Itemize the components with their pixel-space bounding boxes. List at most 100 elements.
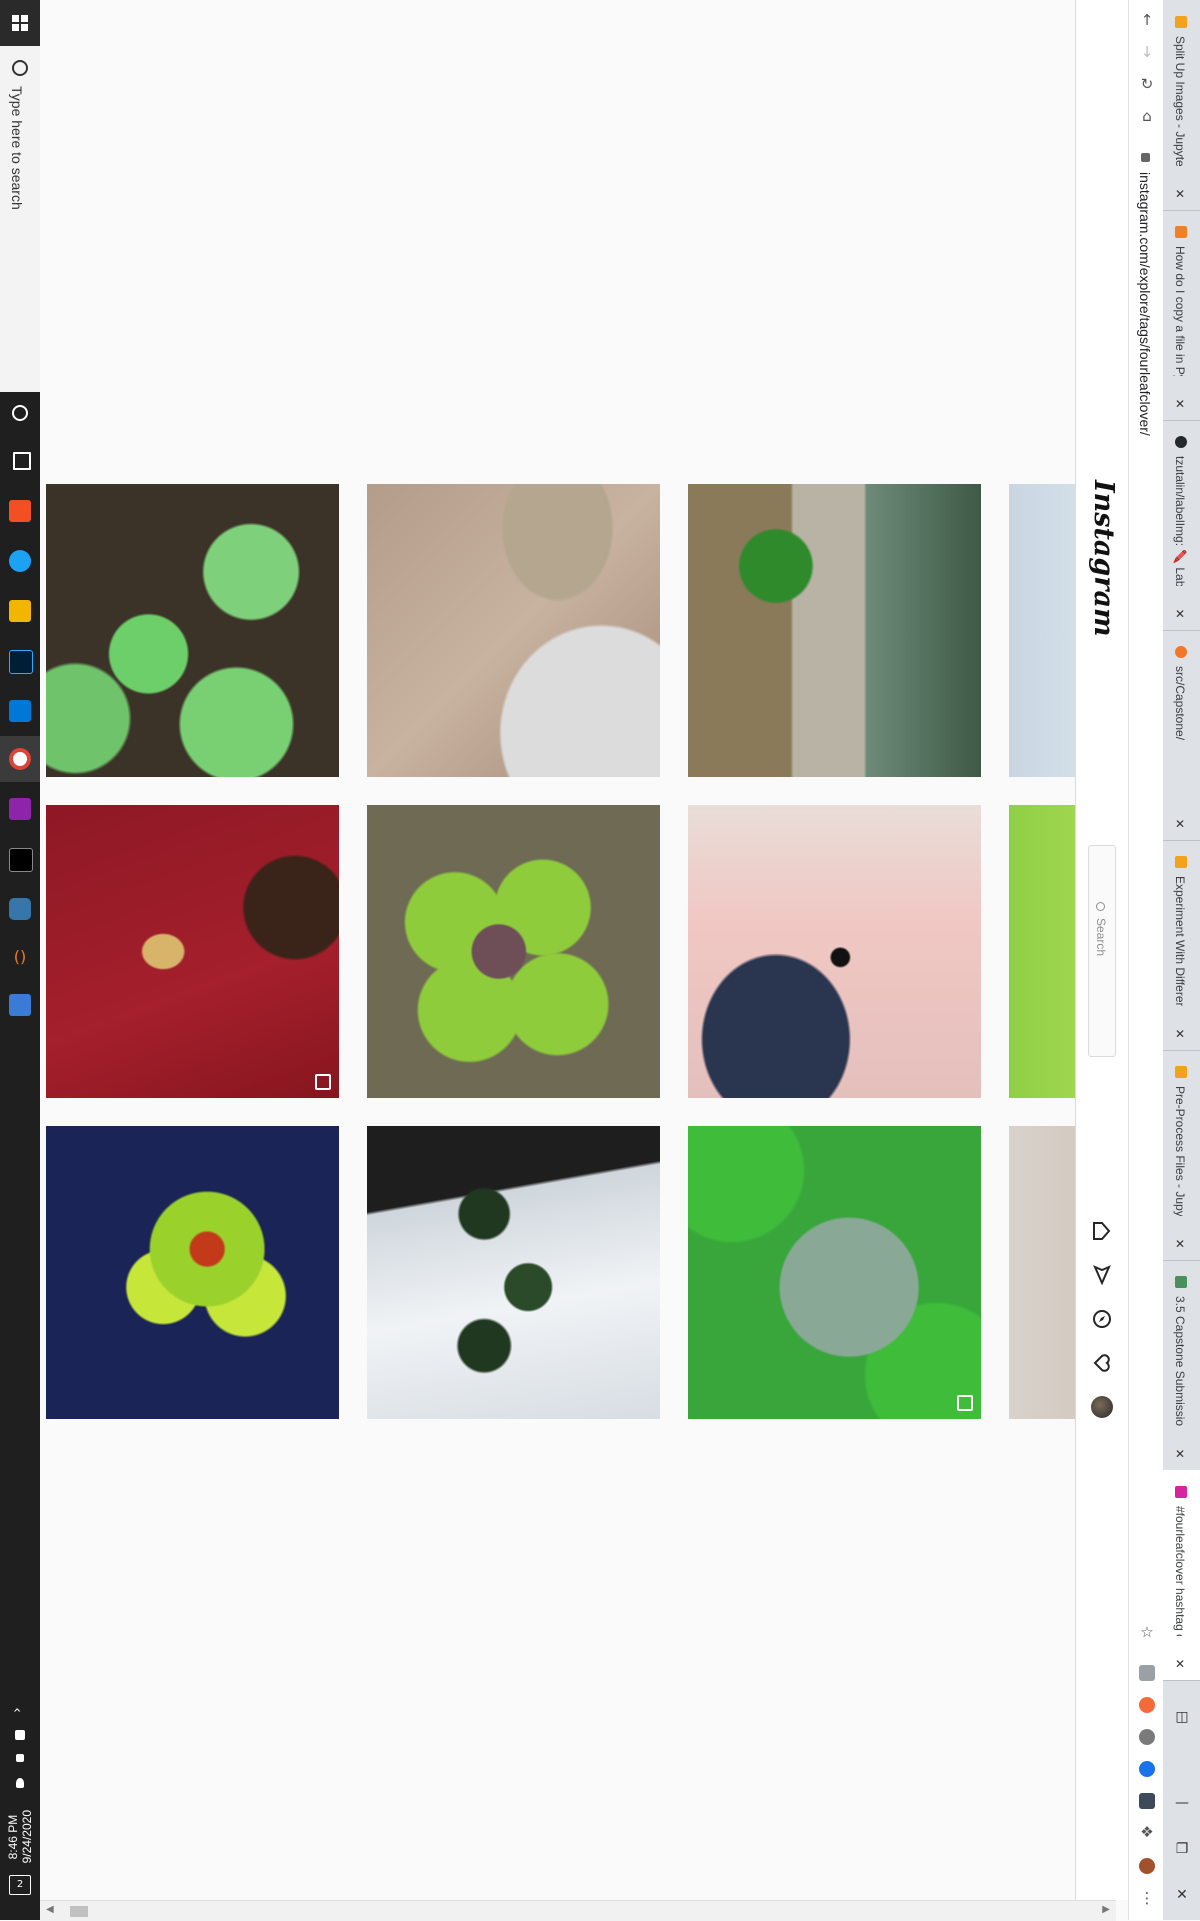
horizontal-scrollbar[interactable]: ◀ ▶ [40,1900,1116,1921]
jupyter-icon[interactable]: () [9,946,31,968]
extension-g-icon[interactable] [1139,1665,1155,1681]
search-icon [12,60,28,76]
extension-circle-icon[interactable] [1139,1729,1155,1745]
notification-center-icon[interactable]: 2 [9,1875,31,1895]
scrollbar-thumb[interactable] [70,1906,88,1917]
instagram-search-input[interactable]: Search [1088,845,1116,1057]
volume-icon[interactable] [16,1778,24,1788]
scroll-left-icon[interactable]: ◀ [46,1904,54,1915]
close-icon[interactable]: ✕ [1175,1238,1185,1250]
start-button[interactable] [0,0,40,46]
tab-title: Split Up Images - Jupyter N [1173,36,1187,166]
tab-copy-file-python[interactable]: How do I copy a file in Pyth ✕ [1163,210,1200,421]
photoshop-icon[interactable] [9,650,33,674]
edge-icon[interactable] [9,550,31,572]
tab-title: Experiment With Different [1173,876,1187,1006]
chevron-up-icon[interactable]: ‹ [9,1707,25,1713]
profile-z-icon[interactable] [1139,1858,1155,1874]
direct-message-icon[interactable] [1091,1264,1113,1286]
post-partial-2[interactable] [1009,805,1075,1098]
home-icon[interactable]: ⌂ [1137,106,1157,126]
battery-icon[interactable] [15,1730,25,1740]
windows-icon [12,15,28,31]
post-wrist-tattoo[interactable] [367,484,660,777]
taskbar-search-box[interactable]: Type here to search [0,46,41,392]
tab-experiment[interactable]: Experiment With Different ✕ [1163,840,1200,1051]
lock-icon[interactable] [1141,153,1150,162]
chrome-icon[interactable] [9,748,31,770]
address-bar[interactable]: instagram.com/explore/tags/fourleafclove… [1137,172,1153,436]
multi-post-icon [315,1074,331,1090]
task-view-icon[interactable] [13,452,31,470]
post-small-tattoo[interactable] [688,805,981,1098]
close-icon[interactable]: ✕ [1175,608,1185,620]
clock-date: 9/24/2020 [20,1810,34,1864]
explore-compass-icon[interactable] [1091,1308,1113,1330]
tab-split-up-images[interactable]: Split Up Images - Jupyter N ✕ [1163,0,1200,211]
post-clover-patch[interactable] [46,484,339,777]
tab-title: 3.5 Capstone Submission - [1173,1296,1187,1426]
close-icon[interactable]: ✕ [1175,188,1185,200]
file-explorer-icon[interactable] [9,600,31,622]
clock[interactable]: 8:46 PM 9/24/2020 [6,1810,34,1863]
instagram-search-placeholder: Search [1094,918,1108,957]
post-castle-ennis[interactable] [688,1126,981,1419]
tab-pre-process[interactable]: Pre-Process Files - Jupyter N ✕ [1163,1050,1200,1261]
extension-blue-icon[interactable] [1139,1761,1155,1777]
menu-dots-icon[interactable]: ⋮ [1137,1888,1157,1908]
instagram-logo[interactable]: Instagram [1088,480,1119,637]
course-favicon-icon [1175,1276,1187,1288]
forward-icon[interactable]: ↓ [1137,42,1157,62]
tab-src-capstone[interactable]: src/Capstone/ ✕ [1163,630,1200,841]
onenote-icon[interactable] [9,798,31,820]
terminal-icon[interactable] [9,848,33,872]
post-jewelry[interactable] [46,805,339,1098]
close-window-icon[interactable]: ✕ [1173,1886,1191,1904]
minimize-icon[interactable]: — [1173,1794,1191,1812]
tab-fourleafclover-instagram[interactable]: #fourleafclover hashtag on ✕ [1163,1470,1200,1681]
restore-icon[interactable]: ❐ [1173,1840,1191,1858]
back-icon[interactable]: ↑ [1137,10,1157,30]
activity-heart-icon[interactable] [1091,1352,1113,1374]
close-icon[interactable]: ✕ [1175,818,1185,830]
tab-title: Pre-Process Files - Jupyter N [1173,1086,1187,1216]
instagram-nav-bar: Instagram Search [1075,0,1129,1900]
cortana-icon[interactable] [12,405,28,421]
close-icon[interactable]: ✕ [1175,1028,1185,1040]
profile-avatar[interactable] [1091,1396,1113,1418]
explore-grid [40,0,1075,1900]
post-partial-1[interactable] [1009,484,1075,777]
post-red-clover[interactable] [46,1126,339,1419]
vscode-icon[interactable] [9,700,31,722]
taskbar: Type here to search () ‹ 8:46 PM 9/24/20… [0,0,41,1920]
clock-time: 8:46 PM [6,1814,20,1860]
home-icon[interactable] [1091,1220,1113,1242]
taskbar-search-placeholder: Type here to search [9,86,25,210]
reload-icon[interactable]: ↻ [1137,74,1157,94]
tab-title: tzutalin/labelImg: 🖍️ Label [1173,456,1187,586]
close-icon[interactable]: ✕ [1175,398,1185,410]
close-icon[interactable]: ✕ [1175,1658,1185,1670]
python-icon[interactable] [9,898,31,920]
calculator-icon[interactable] [9,994,31,1016]
post-clover-sky[interactable] [367,1126,660,1419]
multi-post-icon [957,1395,973,1411]
new-tab-icon[interactable]: ◫ [1173,1708,1191,1726]
post-clover-shore[interactable] [688,484,981,777]
extensions-puzzle-icon[interactable]: ❖ [1137,1822,1157,1842]
post-purple-clover[interactable] [367,805,660,1098]
instagram-favicon-icon [1175,1486,1187,1498]
scroll-right-icon[interactable]: ▶ [1102,1904,1110,1915]
extension-orange-icon[interactable] [1139,1697,1155,1713]
jupyter-favicon-icon [1175,856,1187,868]
store-icon[interactable] [9,500,31,522]
network-icon[interactable] [16,1754,24,1762]
close-icon[interactable]: ✕ [1175,1448,1185,1460]
bookmark-star-icon[interactable]: ☆ [1137,1622,1157,1642]
post-partial-3[interactable] [1009,1126,1075,1419]
tab-labelimg[interactable]: tzutalin/labelImg: 🖍️ Label ✕ [1163,420,1200,631]
tab-capstone-submission[interactable]: 3.5 Capstone Submission - ✕ [1163,1260,1200,1471]
extension-dark-icon[interactable] [1139,1793,1155,1809]
github-favicon-icon [1175,436,1187,448]
tab-title: How do I copy a file in Pyth [1173,246,1187,376]
